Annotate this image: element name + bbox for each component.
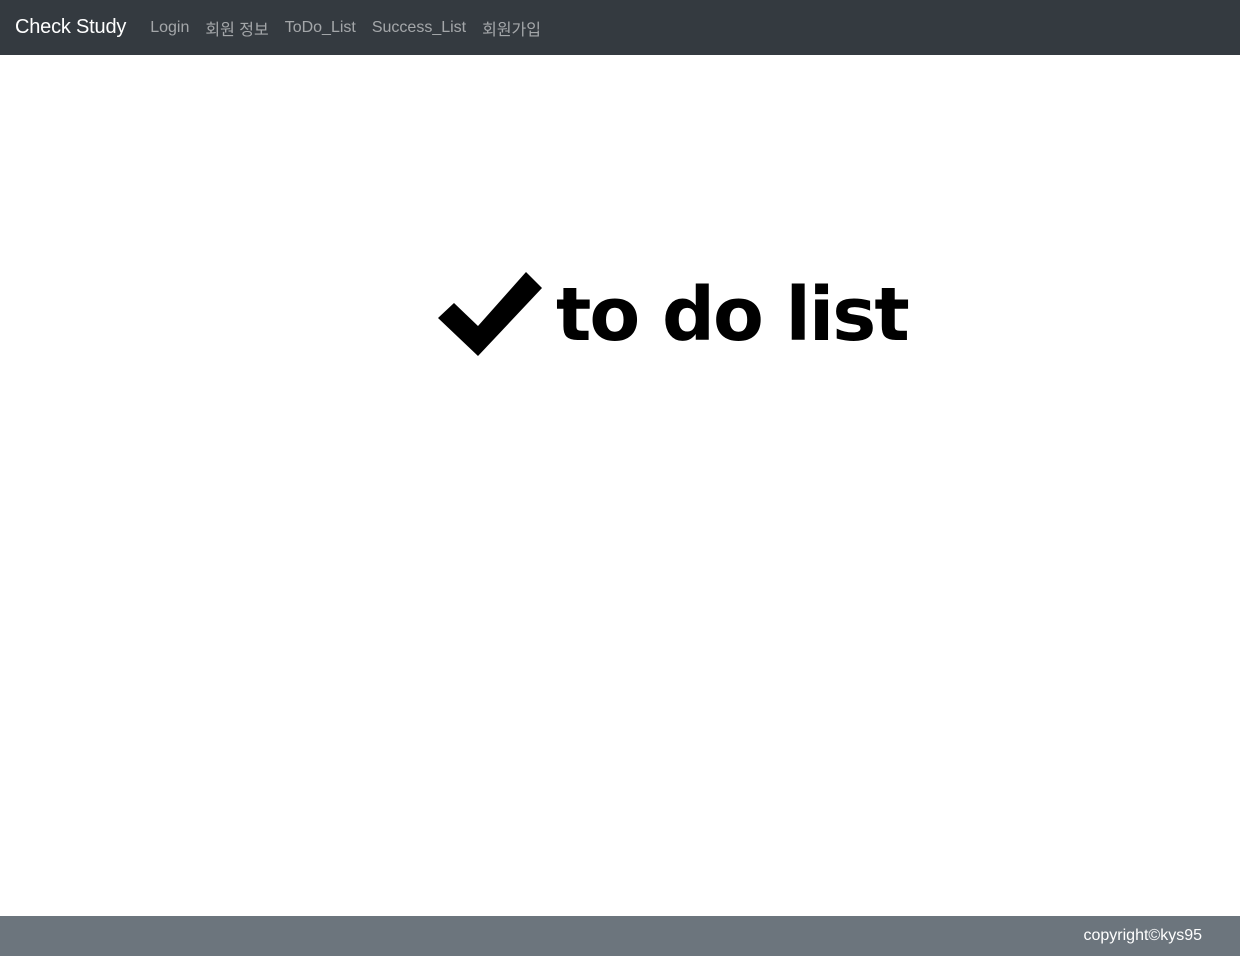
nav-link-todo-list[interactable]: ToDo_List (285, 19, 356, 37)
nav-link-member-info[interactable]: 회원 정보 (205, 16, 268, 40)
top-navbar: Check Study Login 회원 정보 ToDo_List Succes… (0, 0, 1240, 55)
logo-text: to do list (556, 272, 910, 358)
brand-link[interactable]: Check Study (15, 16, 126, 39)
copyright-text: copyright©kys95 (1083, 927, 1202, 944)
nav-links: Login 회원 정보 ToDo_List Success_List 회원가입 (150, 16, 557, 40)
todo-logo: to do list (438, 270, 910, 360)
nav-link-success-list[interactable]: Success_List (372, 19, 466, 37)
footer: copyright©kys95 (0, 916, 1240, 956)
main-content: to do list (0, 55, 1240, 916)
nav-link-signup[interactable]: 회원가입 (482, 16, 541, 40)
nav-link-login[interactable]: Login (150, 19, 189, 37)
